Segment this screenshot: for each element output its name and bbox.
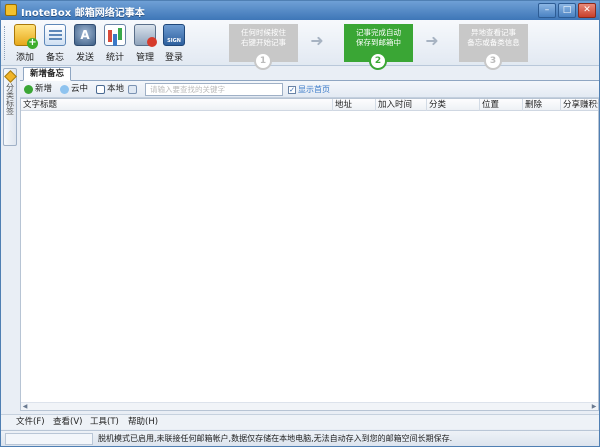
guide-arrow-icon: ➜ [310,31,324,50]
new-button-label: 新增 [35,84,53,94]
column-header-category[interactable]: 分类 [427,99,480,111]
checkbox-checked-icon: ✓ [288,85,296,94]
list-toolbar: 新增 云中 本地 请输入要查找的关键字 ✓ 显示首页 [20,81,599,98]
menu-tools[interactable]: 工具(T) [90,416,119,428]
column-header-position[interactable]: 位置 [480,99,523,111]
horizontal-scrollbar[interactable]: ◀ ▶ [21,402,598,410]
toolbar-grip[interactable] [4,26,7,60]
guide-step-2-line1: 记事完成自动 [356,28,401,37]
side-tab-label: 分类标签 [5,83,15,115]
app-logo-icon [5,4,17,16]
cloud-button[interactable]: 云中 [60,83,88,96]
search-input[interactable]: 请输入要查找的关键字 [145,83,283,96]
side-tab-categories[interactable]: 分类标签 [3,68,17,146]
window-title: InoteBox 邮箱网络记事本 [21,8,145,19]
send-button-label: 发送 [75,53,94,63]
column-header-address[interactable]: 地址 [333,99,376,111]
column-header-share[interactable]: 分享赚积分 [561,99,598,111]
view-toggle-button[interactable] [128,83,137,96]
guide-step-2: 记事完成自动 保存到邮箱中 2 [344,24,413,70]
login-button[interactable]: 登录 [160,24,188,63]
guide-step-3-line2: 备忘或备类信息 [467,38,520,47]
tab-new-memo[interactable]: 新增备忘 [23,67,72,81]
manage-button-label: 管理 [135,53,154,63]
guide-step-1-line1: 任何时候按住 [241,28,286,37]
close-button[interactable]: ✕ [578,3,596,18]
list-view-icon [128,85,137,94]
maximize-button[interactable]: □ [558,3,576,18]
memo-icon [44,24,66,46]
plus-circle-icon [24,85,33,94]
guide-step-2-line2: 保存到邮箱中 [356,38,401,47]
window-controls: – □ ✕ [538,3,596,18]
table-header: 文字标题 地址 加入时间 分类 位置 删除 分享赚积分 [21,99,598,111]
send-button[interactable]: 发送 [71,24,99,63]
app-window: InoteBox 邮箱网络记事本 – □ ✕ 添加 备忘 发送 统计 管理 [0,0,600,447]
local-button-label: 本地 [107,84,125,94]
add-note-icon [14,24,38,49]
computer-icon [96,85,105,94]
side-panel: 分类标签 [3,68,17,411]
memo-button-label: 备忘 [45,53,64,63]
column-header-added-time[interactable]: 加入时间 [376,99,427,111]
add-button-label: 添加 [15,53,34,63]
manage-button[interactable]: 管理 [131,24,159,63]
guide-step-1-line2: 右键开始记事 [241,38,286,47]
tab-strip: 新增备忘 [20,67,599,81]
guide-arrow-icon: ➜ [425,31,439,50]
status-text: 脱机模式已启用,未联接任何邮箱帐户,数据仅存储在本地电脑,无法自动存入到您的邮箱… [98,434,453,443]
stats-button-label: 统计 [105,53,124,63]
main-toolbar: 添加 备忘 发送 统计 管理 登录 任何时候按住 右键开始记事 1 ➜ [1,20,599,70]
menu-bar: 文件(F) 查看(V) 工具(T) 帮助(H) [1,414,599,429]
menu-view[interactable]: 查看(V) [53,416,82,428]
category-tag-icon [3,70,17,83]
status-bar: 脱机模式已启用,未联接任何邮箱帐户,数据仅存储在本地电脑,无法自动存入到您的邮箱… [1,430,599,446]
scroll-left-icon[interactable]: ◀ [21,403,29,410]
cloud-button-label: 云中 [71,84,89,94]
scroll-right-icon[interactable]: ▶ [590,403,598,410]
stats-button[interactable]: 统计 [101,24,129,63]
manage-icon [134,24,157,47]
column-header-title[interactable]: 文字标题 [21,99,333,111]
menu-file[interactable]: 文件(F) [16,416,45,428]
memo-button[interactable]: 备忘 [41,24,69,63]
show-home-checkbox[interactable]: ✓ 显示首页 [288,84,330,95]
add-button[interactable]: 添加 [11,24,39,63]
login-button-label: 登录 [164,53,183,63]
new-button[interactable]: 新增 [24,83,52,96]
menu-help[interactable]: 帮助(H) [128,416,158,428]
title-bar: InoteBox 邮箱网络记事本 – □ ✕ [1,1,599,20]
memo-table: 文字标题 地址 加入时间 分类 位置 删除 分享赚积分 ◀ ▶ [20,98,599,411]
status-segment-left [5,433,93,445]
guide-step-3-line1: 异地查看记事 [471,28,516,37]
stats-icon [104,24,126,46]
cloud-icon [60,85,69,94]
local-button[interactable]: 本地 [96,83,124,96]
login-icon [163,24,185,46]
show-home-label: 显示首页 [298,85,330,94]
minimize-button[interactable]: – [538,3,556,18]
guide-step-3: 异地查看记事 备忘或备类信息 3 [459,24,528,70]
column-header-delete[interactable]: 删除 [523,99,561,111]
send-icon [74,24,96,46]
guide-step-1: 任何时候按住 右键开始记事 1 [229,24,298,70]
